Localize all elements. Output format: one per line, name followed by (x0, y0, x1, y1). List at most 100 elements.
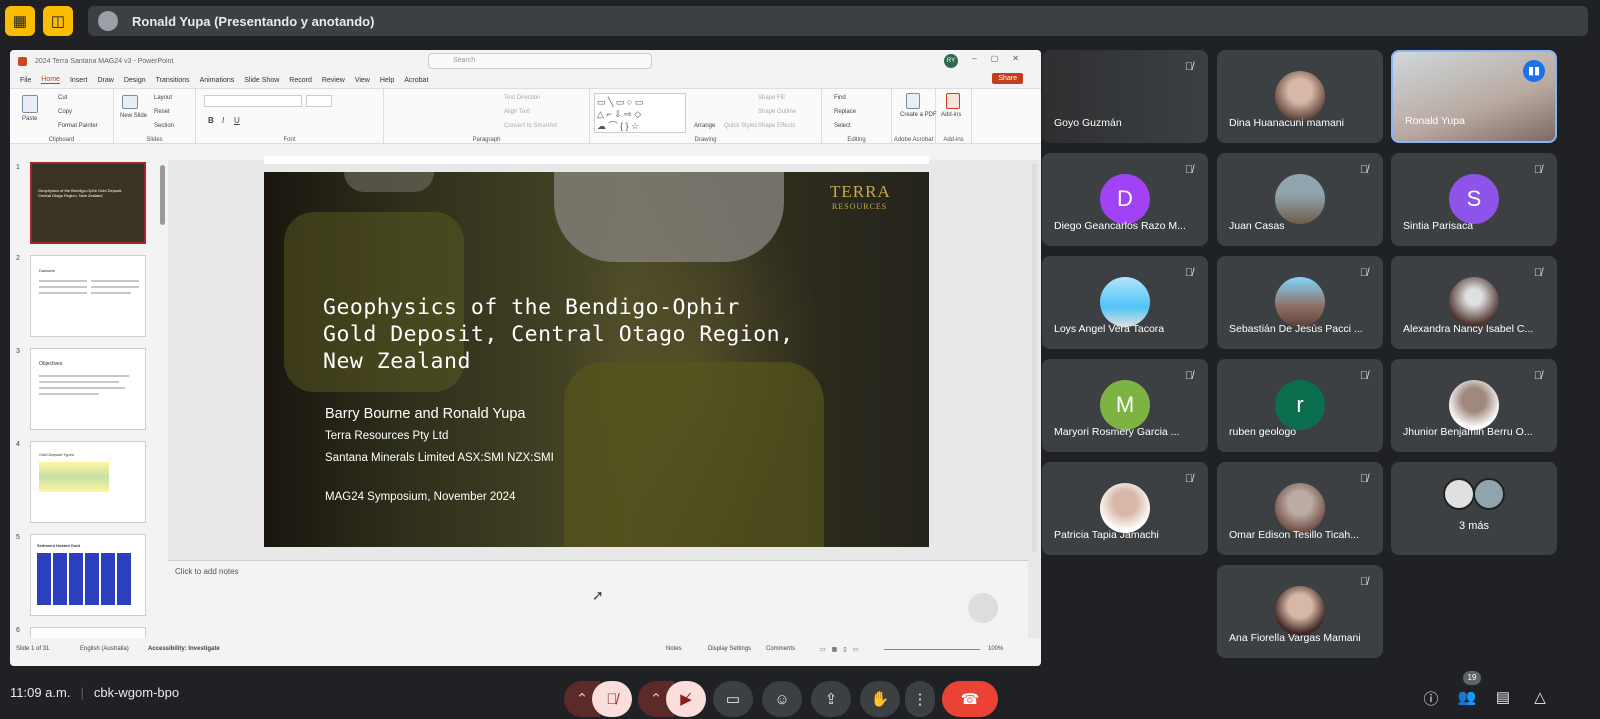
select-button[interactable]: Select (834, 123, 851, 129)
camera-toggle-button[interactable]: ▶̸ (666, 681, 706, 717)
menu-acrobat[interactable]: Acrobat (404, 77, 428, 84)
reset-button[interactable]: Reset (154, 109, 170, 115)
new-slide-icon[interactable] (122, 95, 138, 109)
participant-name: Maryori Rosmery Garcia ... (1054, 426, 1180, 438)
section-button[interactable]: Section (154, 123, 174, 129)
menu-animations[interactable]: Animations (200, 77, 235, 84)
leave-call-button[interactable]: ☎ (942, 681, 998, 717)
ppt-user-avatar[interactable]: RY (944, 54, 958, 68)
new-slide-button[interactable]: New Slide (120, 113, 147, 119)
quick-styles-button[interactable]: Quick Styles (724, 123, 757, 129)
text-direction-button[interactable]: Text Direction (504, 95, 540, 101)
more-participants-tile[interactable]: 3 más (1391, 462, 1557, 555)
present-button[interactable]: ⇪ (811, 681, 851, 717)
copy-button[interactable]: Copy (58, 109, 72, 115)
share-button[interactable]: Share (992, 73, 1023, 84)
format-painter-button[interactable]: Format Painter (58, 123, 98, 129)
captions-button[interactable]: ▭ (713, 681, 753, 717)
ribbon-group-font: B I U Font (196, 89, 384, 145)
zoom-level[interactable]: 100% (988, 646, 1003, 652)
emoji-button[interactable]: ☺ (762, 681, 802, 717)
slide-thumbnail-3[interactable]: Objectives (30, 348, 146, 430)
shape-outline-button[interactable]: Shape Outline (758, 109, 796, 115)
menu-file[interactable]: File (20, 77, 31, 84)
menu-record[interactable]: Record (289, 77, 312, 84)
menu-slideshow[interactable]: Slide Show (244, 77, 279, 84)
participant-tile[interactable]: 🎙̸ r ruben geologo (1217, 359, 1383, 452)
slide-thumbnail-2[interactable]: Datasets (30, 255, 146, 337)
participant-tile-active-speaker[interactable]: ▮▮ Ronald Yupa (1391, 50, 1557, 143)
participant-tile[interactable]: 🎙̸ Omar Edison Tesillo Ticah... (1217, 462, 1383, 555)
thumbnail-scrollbar[interactable] (160, 165, 165, 225)
more-options-button[interactable]: ⋮ (905, 681, 935, 717)
participant-tile[interactable]: 🎙̸ Jhunior Benjamin Berru O... (1391, 359, 1557, 452)
paste-label[interactable]: Paste (22, 116, 37, 122)
participant-avatar (1449, 277, 1499, 327)
copilot-icon[interactable] (968, 593, 998, 623)
shape-effects-button[interactable]: Shape Effects (758, 123, 795, 129)
addins-button[interactable]: Add-ins (941, 112, 961, 118)
people-icon[interactable]: 👥 (1456, 688, 1478, 710)
font-size-select[interactable] (306, 95, 332, 107)
chat-icon[interactable]: ▤ (1492, 688, 1514, 710)
font-name-select[interactable] (204, 95, 302, 107)
exit-fullscreen-icon[interactable]: ◫ (43, 6, 73, 36)
info-icon[interactable]: ⓘ (1420, 688, 1442, 710)
horizontal-ruler (264, 156, 929, 164)
accessibility-status[interactable]: Accessibility: Investigate (148, 646, 220, 652)
mic-toggle-button[interactable]: 🎙̸ (592, 681, 632, 717)
replace-button[interactable]: Replace (834, 109, 856, 115)
participant-tile[interactable]: 🎙̸ Ana Fiorella Vargas Mamani (1217, 565, 1383, 658)
pdf-icon[interactable] (906, 93, 920, 109)
shape-fill-button[interactable]: Shape Fill (758, 95, 785, 101)
align-text-button[interactable]: Align Text (504, 109, 530, 115)
participant-tile[interactable]: Dina Huanacuni mamani (1217, 50, 1383, 143)
convert-smartart-button[interactable]: Convert to SmartArt (504, 123, 557, 129)
menu-transitions[interactable]: Transitions (156, 77, 190, 84)
notes-toggle[interactable]: Notes (666, 646, 682, 652)
shapes-gallery[interactable]: ▭ ╲ ▭ ○ ▭ △ ⌐ ⇩ ⇨ ◇ ☁ ⌒ { } ☆ (594, 93, 686, 133)
italic-icon[interactable]: I (222, 116, 224, 125)
participant-tile[interactable]: 🎙̸ Alexandra Nancy Isabel C... (1391, 256, 1557, 349)
slide-scrollbar[interactable] (1032, 164, 1037, 552)
language-status[interactable]: English (Australia) (80, 646, 129, 652)
window-controls[interactable]: –▢✕ (972, 54, 1033, 63)
menu-design[interactable]: Design (124, 77, 146, 84)
arrange-button[interactable]: Arrange (694, 123, 715, 129)
slide-thumbnail-4[interactable]: Gold Deposit Types (30, 441, 146, 523)
cut-button[interactable]: Cut (58, 95, 67, 101)
activities-icon[interactable]: △ (1529, 688, 1551, 710)
participant-tile[interactable]: 🎙̸ Patricia Tapia Jamachi (1042, 462, 1208, 555)
slide-thumbnail-5[interactable]: Sediment Hosted Gold (30, 534, 146, 616)
notes-pane[interactable]: Click to add notes ➚ (168, 560, 1028, 638)
menu-draw[interactable]: Draw (97, 77, 113, 84)
participant-tile[interactable]: 🎙̸ S Sintia Parisaca (1391, 153, 1557, 246)
create-pdf-button[interactable]: Create a PDF (900, 112, 937, 118)
layout-button[interactable]: Layout (154, 95, 172, 101)
hide-screen-icon[interactable]: ▦ (5, 6, 35, 36)
view-buttons[interactable]: ▭▦▯▭ (820, 646, 864, 653)
participant-tile[interactable]: 🎙̸ M Maryori Rosmery Garcia ... (1042, 359, 1208, 452)
menu-help[interactable]: Help (380, 77, 394, 84)
menu-review[interactable]: Review (322, 77, 345, 84)
display-settings-button[interactable]: Display Settings (708, 646, 751, 652)
addins-icon[interactable] (946, 93, 960, 109)
underline-icon[interactable]: U (234, 116, 240, 125)
menu-insert[interactable]: Insert (70, 77, 88, 84)
participant-tile[interactable]: 🎙̸ Juan Casas (1217, 153, 1383, 246)
menu-home[interactable]: Home (41, 76, 60, 84)
participant-tile[interactable]: 🎙̸ Loys Angel Vera Tacora (1042, 256, 1208, 349)
raise-hand-button[interactable]: ✋ (860, 681, 900, 717)
comments-toggle[interactable]: Comments (766, 646, 795, 652)
slide-thumbnail-1[interactable]: Geophysics of the Bendigo-Ophir Gold Dep… (30, 162, 146, 244)
ppt-search-input[interactable]: Search (428, 53, 652, 69)
participant-tile[interactable]: 🎙̸ D Diego Geancarlos Razo M... (1042, 153, 1208, 246)
paste-icon[interactable] (22, 95, 38, 113)
menu-view[interactable]: View (355, 77, 370, 84)
participant-tile[interactable]: 🎙̸ Sebastián De Jesús Pacci ... (1217, 256, 1383, 349)
bold-icon[interactable]: B (208, 116, 214, 125)
find-button[interactable]: Find (834, 95, 846, 101)
participant-tile[interactable]: 🎙̸ Goyo Guzmán (1042, 50, 1208, 143)
current-slide[interactable]: TERRA RESOURCES Geophysics of the Bendig… (264, 172, 929, 547)
zoom-slider[interactable] (884, 649, 980, 650)
